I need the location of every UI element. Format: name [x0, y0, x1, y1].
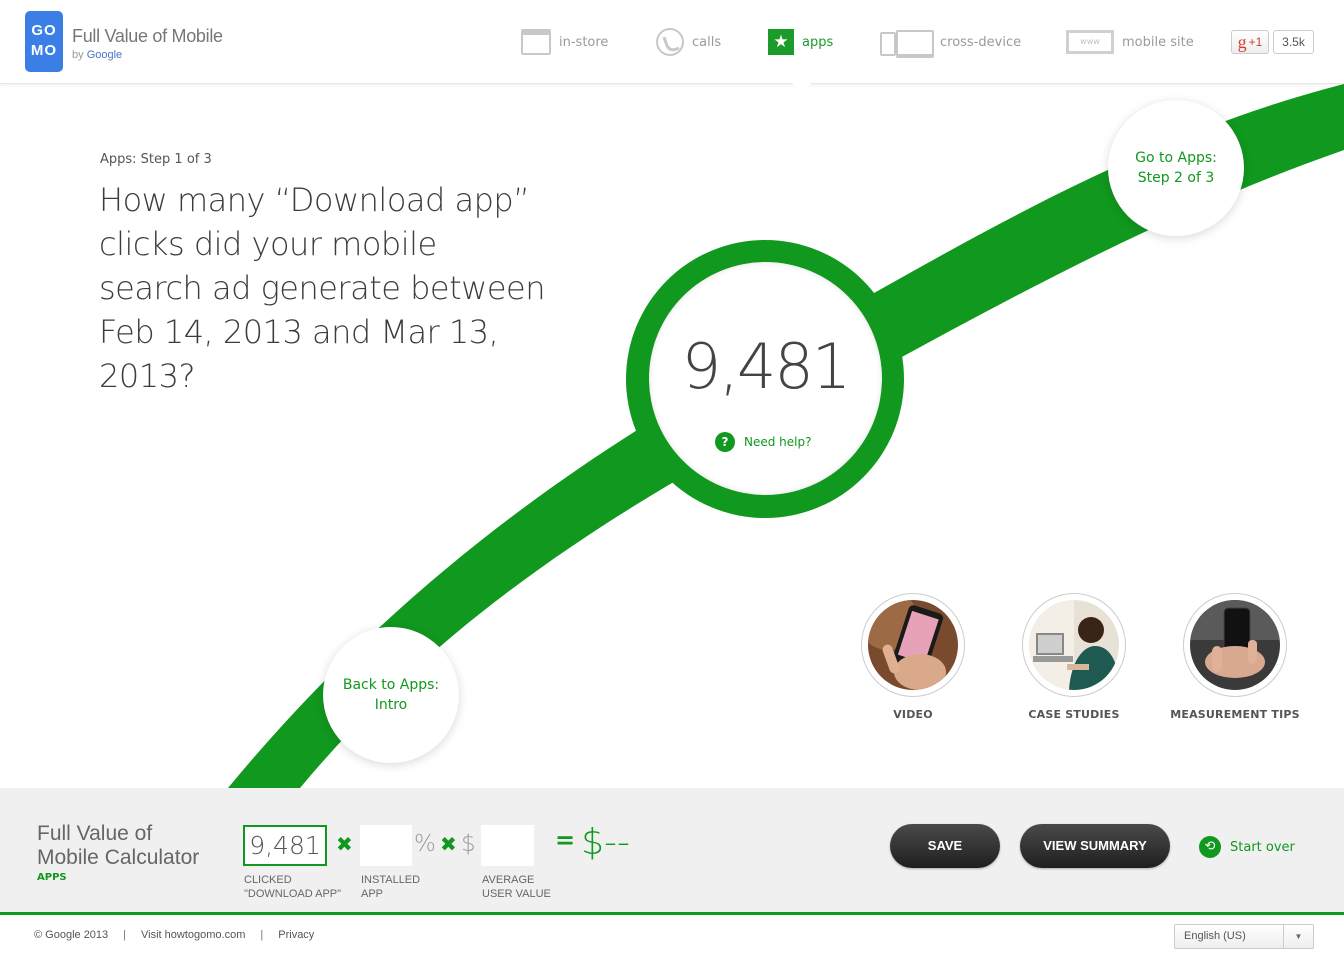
next-step-line-1: Go to Apps: — [1135, 150, 1217, 166]
visit-link[interactable]: Visit howtogomo.com — [141, 929, 245, 941]
logo-line-2: MO — [30, 42, 58, 59]
average-user-value-input[interactable] — [481, 825, 534, 866]
star-icon: ★ — [768, 29, 794, 55]
measurement-tips-label[interactable]: MEASUREMENT TIPS — [1155, 708, 1315, 721]
top-header: GO MO Full Value of Mobile by Google in-… — [0, 0, 1344, 84]
www-icon: www — [1066, 30, 1114, 54]
plus-one-label: +1 — [1248, 35, 1263, 49]
question-mark-icon: ? — [715, 432, 735, 452]
language-select[interactable]: English (US) ▼ — [1174, 924, 1314, 949]
video-photo — [868, 600, 958, 690]
video-thumbnail[interactable] — [861, 593, 965, 697]
case-studies-photo — [1029, 600, 1119, 690]
by-google: by Google — [72, 49, 122, 61]
result-value: $-- — [581, 822, 630, 863]
calculator-title-line-2: Mobile Calculator — [37, 846, 200, 869]
next-step-button[interactable]: Go to Apps: Step 2 of 3 — [1108, 100, 1244, 236]
case-studies-thumbnail[interactable] — [1022, 593, 1126, 697]
step-label: Apps: Step 1 of 3 — [100, 152, 212, 167]
gomo-logo[interactable]: GO MO — [25, 11, 63, 72]
calculator-title: Full Value of Mobile Calculator — [37, 822, 199, 870]
privacy-link[interactable]: Privacy — [278, 929, 314, 941]
phone-icon — [656, 28, 684, 56]
case-studies-label[interactable]: CASE STUDIES — [994, 708, 1154, 721]
nav-label: cross-device — [940, 34, 1022, 50]
calculator-subtitle: APPS — [37, 872, 67, 883]
clicks-input[interactable]: 9,481 — [243, 825, 327, 866]
nav-label: apps — [802, 34, 834, 50]
chevron-down-icon: ▼ — [1283, 925, 1313, 948]
store-icon — [521, 29, 551, 55]
nav-cross-device[interactable]: cross-device — [880, 28, 1022, 58]
clicks-caption: CLICKED "DOWNLOAD APP" — [244, 874, 342, 900]
installed-percent-input[interactable] — [360, 825, 412, 866]
active-nav-pointer — [792, 83, 812, 93]
nav-calls[interactable]: calls — [656, 28, 721, 56]
language-value: English (US) — [1184, 930, 1246, 942]
video-label[interactable]: VIDEO — [833, 708, 993, 721]
clicks-value[interactable]: 9,481 — [649, 330, 882, 403]
multiply-icon: ✖ — [440, 832, 457, 856]
back-line-1: Back to Apps: — [342, 677, 440, 693]
calculator-result: = $-- — [555, 822, 630, 863]
refresh-icon: ⟲ — [1199, 836, 1221, 858]
site-title: Full Value of Mobile — [72, 26, 223, 46]
start-over-link[interactable]: ⟲ Start over — [1199, 836, 1295, 858]
nav-mobile-site[interactable]: www mobile site — [1066, 28, 1194, 56]
multiply-icon: ✖ — [336, 832, 353, 856]
back-line-2: Intro — [374, 697, 408, 713]
nav-label: mobile site — [1122, 34, 1194, 50]
dollar-sign: $ — [461, 831, 476, 857]
percent-sign: % — [414, 831, 436, 857]
nav-label: in-store — [559, 34, 609, 50]
equals-sign: = — [555, 826, 576, 854]
google-wordmark: Google — [86, 49, 123, 61]
by-label: by — [72, 49, 84, 61]
copyright: © Google 2013 — [34, 929, 109, 941]
footer-links: © Google 2013 | Visit howtogomo.com | Pr… — [34, 929, 314, 941]
question-text: How many “Download app” clicks did your … — [99, 181, 545, 395]
nav-apps[interactable]: ★ apps — [768, 28, 833, 56]
devices-icon — [880, 30, 934, 58]
save-button[interactable]: SAVE — [890, 824, 1000, 868]
measurement-tips-photo — [1190, 600, 1280, 690]
separator: | — [123, 929, 127, 941]
nav-label: calls — [692, 34, 722, 50]
need-help-link[interactable]: ? Need help? — [715, 432, 811, 452]
calculator-title-line-1: Full Value of — [37, 822, 153, 845]
google-plus-button[interactable]: g +1 — [1231, 30, 1269, 54]
installed-caption: INSTALLED APP — [361, 874, 421, 900]
measurement-tips-thumbnail[interactable] — [1183, 593, 1287, 697]
average-caption: AVERAGE USER VALUE — [482, 874, 551, 900]
separator: | — [260, 929, 264, 941]
google-plus-icon: g — [1237, 32, 1247, 52]
logo-line-1: GO — [31, 22, 57, 39]
need-help-label: Need help? — [744, 435, 812, 449]
start-over-label: Start over — [1230, 839, 1295, 855]
view-summary-button[interactable]: VIEW SUMMARY — [1020, 824, 1170, 868]
next-step-line-2: Step 2 of 3 — [1137, 170, 1215, 186]
plus-one-count: 3.5k — [1273, 30, 1314, 54]
back-button[interactable]: Back to Apps: Intro — [323, 627, 459, 763]
nav-in-store[interactable]: in-store — [521, 28, 608, 56]
